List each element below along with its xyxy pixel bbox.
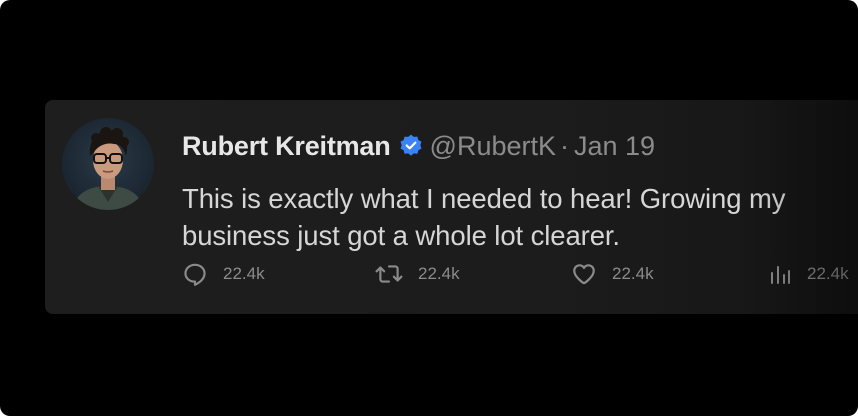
reply-button[interactable]: 22.4k (182, 256, 265, 292)
views-count: 22.4k (807, 264, 849, 283)
display-name[interactable]: Rubert Kreitman (182, 131, 391, 162)
retweet-button[interactable]: 22.4k (375, 256, 460, 292)
tweet-header: Rubert Kreitman @RubertK · Jan 19 (182, 126, 655, 166)
separator-dot: · (560, 130, 569, 161)
like-button[interactable]: 22.4k (571, 256, 654, 292)
tweet-date[interactable]: Jan 19 (574, 131, 655, 162)
tweet-card[interactable]: Rubert Kreitman @RubertK · Jan 19 This i… (45, 100, 858, 314)
views-icon (771, 266, 790, 284)
avatar-portrait-icon (72, 127, 144, 210)
retweet-count: 22.4k (418, 264, 460, 283)
like-count: 22.4k (612, 264, 654, 283)
user-handle[interactable]: @RubertK (430, 131, 556, 162)
heart-icon (573, 264, 595, 285)
verified-badge-icon (398, 133, 424, 159)
tweet-text: This is exactly what I needed to hear! G… (182, 183, 786, 251)
reply-icon (184, 263, 206, 286)
avatar[interactable] (62, 118, 154, 210)
views-button[interactable]: 22.4k (768, 256, 849, 292)
page-canvas: Rubert Kreitman @RubertK · Jan 19 This i… (0, 0, 858, 416)
reply-count: 22.4k (223, 264, 265, 283)
retweet-icon (375, 265, 403, 283)
tweet-actions: 22.4k 22.4k 22.4k 22.4k (182, 256, 858, 292)
